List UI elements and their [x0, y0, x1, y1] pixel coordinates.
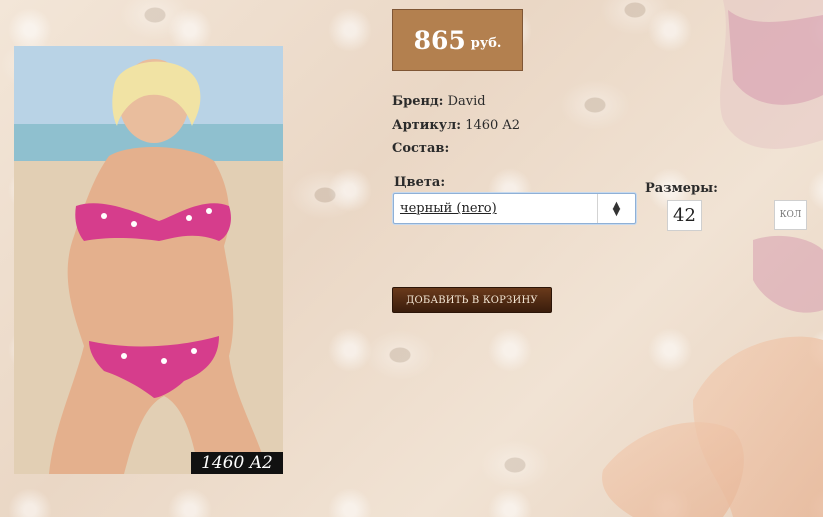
- size-chart-button[interactable]: КОЛ: [774, 200, 807, 230]
- size-option[interactable]: 42: [667, 200, 702, 231]
- color-select[interactable]: черный (nero) ▲ ▼: [393, 193, 636, 224]
- model-photo-image: [14, 46, 283, 474]
- color-select-value: черный (nero): [400, 201, 497, 216]
- select-arrows-icon: ▲ ▼: [597, 194, 635, 223]
- product-code-caption: 1460 A2: [191, 452, 283, 474]
- brand-value: David: [447, 94, 486, 109]
- article-row: Артикул: 1460 A2: [392, 118, 520, 133]
- product-photo[interactable]: 1460 A2: [14, 46, 283, 474]
- article-value: 1460 A2: [465, 118, 521, 133]
- brand-row: Бренд: David: [392, 94, 486, 109]
- brand-label: Бренд:: [392, 94, 444, 109]
- article-label: Артикул:: [392, 118, 462, 133]
- price-currency: руб.: [470, 35, 502, 51]
- colors-label: Цвета:: [394, 175, 446, 190]
- composition-row: Состав:: [392, 141, 449, 156]
- sizes-label: Размеры:: [645, 181, 718, 196]
- price-box: 865 руб.: [392, 9, 523, 71]
- composition-label: Состав:: [392, 141, 450, 156]
- price-value: 865: [413, 25, 466, 55]
- add-to-cart-button[interactable]: ДОБАВИТЬ В КОРЗИНУ: [392, 287, 552, 313]
